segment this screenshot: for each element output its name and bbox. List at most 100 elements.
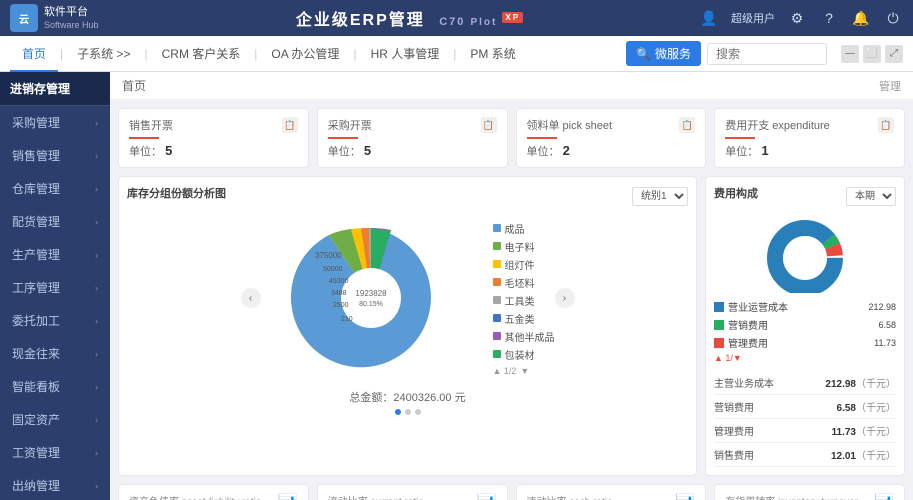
stat-marketing: 营销费用 6.58（千元）	[714, 395, 896, 419]
donut-svg	[755, 213, 855, 293]
minimize-button[interactable]: —	[841, 45, 859, 63]
sidebar-item-sales[interactable]: 销售管理 ›	[0, 139, 110, 172]
sidebar-item-outsourcing[interactable]: 委托加工 ›	[0, 304, 110, 337]
svg-text:2500: 2500	[333, 302, 349, 309]
top-header: 云 软件平台 Software Hub 企业级ERP管理 C70 Plot XP…	[0, 0, 913, 36]
arrow-icon: ›	[95, 250, 98, 260]
nav-hr[interactable]: HR 人事管理	[359, 36, 452, 72]
legend-lamp: 组灯件	[493, 257, 555, 272]
sidebar-item-cash[interactable]: 现金往来 ›	[0, 337, 110, 370]
pie-prev-button[interactable]: ‹	[241, 288, 261, 308]
pie-page-indicator: ▲ 1/2 ▼	[493, 366, 555, 376]
maximize-button[interactable]: ⤢	[885, 45, 903, 63]
stat-ops: 主营业务成本 212.98（千元）	[714, 371, 896, 395]
arrow-icon: ›	[95, 184, 98, 194]
sidebar-item-cashier[interactable]: 出纳管理 ›	[0, 469, 110, 500]
sidebar-item-distribution[interactable]: 配货管理 ›	[0, 205, 110, 238]
nav-subsystem[interactable]: 子系统 >>	[65, 36, 142, 72]
settings-icon[interactable]: ⚙	[787, 8, 807, 28]
donut-chart-area	[714, 213, 896, 293]
legend-packaging: 包装材	[493, 347, 555, 362]
search-input[interactable]	[707, 43, 827, 65]
metric-cash-ratio: 速动比率 cash ratio 111.86% 📊	[516, 484, 707, 500]
svg-text:80.15%: 80.15%	[359, 301, 383, 308]
svg-text:50000: 50000	[323, 266, 343, 273]
version-label: C70 Plot XP	[439, 16, 523, 28]
card-sales-invoice: 销售开票 📋 单位： 5	[118, 108, 309, 168]
pie-total: 总金额：2400326.00 元	[127, 389, 688, 405]
divider	[725, 137, 755, 139]
card-expenditure: 费用开支 expenditure 📋 单位： 1	[714, 108, 905, 168]
stat-sales: 销售费用 12.01（千元）	[714, 443, 896, 467]
svg-text:45300: 45300	[329, 278, 349, 285]
restore-button[interactable]: ⬜	[863, 45, 881, 63]
sidebar-item-purchase[interactable]: 采购管理 ›	[0, 106, 110, 139]
cost-legend: 营业运营成本 212.98 营销费用 6.58 管理费用 11.73 ▲ 1/▼	[714, 299, 896, 363]
period-select[interactable]: 本期	[846, 187, 896, 206]
dot-1[interactable]	[395, 409, 401, 415]
arrow-icon: ›	[95, 415, 98, 425]
nav-oa[interactable]: OA 办公管理	[259, 36, 351, 72]
arrow-icon: ›	[95, 151, 98, 161]
card-icon-0: 📋	[282, 117, 298, 133]
dot-admin	[714, 338, 724, 348]
legend-tools: 工具类	[493, 293, 555, 308]
card-pick-sheet: 领料单 pick sheet 📋 单位： 2	[516, 108, 707, 168]
pie-next-button[interactable]: ›	[555, 288, 575, 308]
bottom-metrics-row: 资产负债率 asset-liability ratio 35.96% 📊 流动比…	[110, 484, 913, 500]
arrow-icon: ›	[95, 481, 98, 491]
breadcrumb-action[interactable]: 管理	[879, 78, 901, 94]
logo-text: 软件平台 Software Hub	[44, 6, 99, 29]
bell-icon[interactable]: 🔔	[851, 8, 871, 28]
pie-legend: 成品 电子料 组灯件 毛坯料	[493, 221, 555, 376]
charts-row: 库存分组份额分析图 统别1 ‹	[110, 176, 913, 484]
sidebar-header: 进销存管理	[0, 72, 110, 106]
arrow-icon: ›	[95, 316, 98, 326]
svg-text:1923828: 1923828	[355, 289, 387, 298]
metric-inventory-turnover: 存货周转率 inventory turnover 11.01% 📊	[714, 484, 905, 500]
dot-3[interactable]	[415, 409, 421, 415]
legend-semi: 其他半成品	[493, 329, 555, 344]
arrow-icon: ›	[95, 448, 98, 458]
arrow-icon: ›	[95, 217, 98, 227]
breadcrumb: 首页 管理	[110, 72, 913, 100]
nav-crm[interactable]: CRM 客户关系	[150, 36, 253, 72]
sidebar-item-production[interactable]: 生产管理 ›	[0, 238, 110, 271]
content-area: 首页 管理 销售开票 📋 单位： 5 采购开票 📋	[110, 72, 913, 500]
pie-filter-select[interactable]: 统别1	[632, 187, 688, 206]
divider	[527, 137, 557, 139]
sidebar-item-kanban[interactable]: 智能看板 ›	[0, 370, 110, 403]
legend-electronics: 电子料	[493, 239, 555, 254]
dot-2[interactable]	[405, 409, 411, 415]
main-layout: 进销存管理 采购管理 › 销售管理 › 仓库管理 › 配货管理 › 生产管理 ›…	[0, 72, 913, 500]
card-icon-1: 📋	[481, 117, 497, 133]
sidebar-item-payroll[interactable]: 工资管理 ›	[0, 436, 110, 469]
user-icon[interactable]: 👤	[699, 8, 719, 28]
sidebar-item-process[interactable]: 工序管理 ›	[0, 271, 110, 304]
power-icon[interactable]: ⏻	[883, 8, 903, 28]
sidebar-item-assets[interactable]: 固定资产 ›	[0, 403, 110, 436]
stat-admin: 管理费用 11.73（千元）	[714, 419, 896, 443]
divider	[129, 137, 159, 139]
dot-marketing	[714, 320, 724, 330]
chart-icon-0: 📊	[278, 493, 298, 500]
chart-icon-2: 📊	[675, 493, 695, 500]
arrow-icon: ›	[95, 349, 98, 359]
divider	[328, 137, 358, 139]
pie-svg: 1923828 80.15% 375000 50000 45300 3488 2…	[261, 213, 481, 383]
search-icon: 🔍	[636, 47, 651, 61]
legend-finished: 成品	[493, 221, 555, 236]
chart-icon-3: 📊	[874, 493, 894, 500]
microservice-button[interactable]: 🔍 微服务	[626, 41, 701, 66]
top-cards-row: 销售开票 📋 单位： 5 采购开票 📋 单位： 5	[110, 100, 913, 176]
legend-hardware: 五金类	[493, 311, 555, 326]
legend-blank: 毛坯料	[493, 275, 555, 290]
nav-pm[interactable]: PM 系统	[458, 36, 527, 72]
cost-stats: 主营业务成本 212.98（千元） 营销费用 6.58（千元） 管理费用 11.…	[714, 371, 896, 467]
sidebar-item-warehouse[interactable]: 仓库管理 ›	[0, 172, 110, 205]
svg-text:3488: 3488	[331, 290, 347, 297]
help-icon[interactable]: ?	[819, 8, 839, 28]
dot-ops-cost	[714, 302, 724, 312]
svg-text:375000: 375000	[315, 251, 342, 260]
nav-home[interactable]: 首页	[10, 36, 58, 72]
